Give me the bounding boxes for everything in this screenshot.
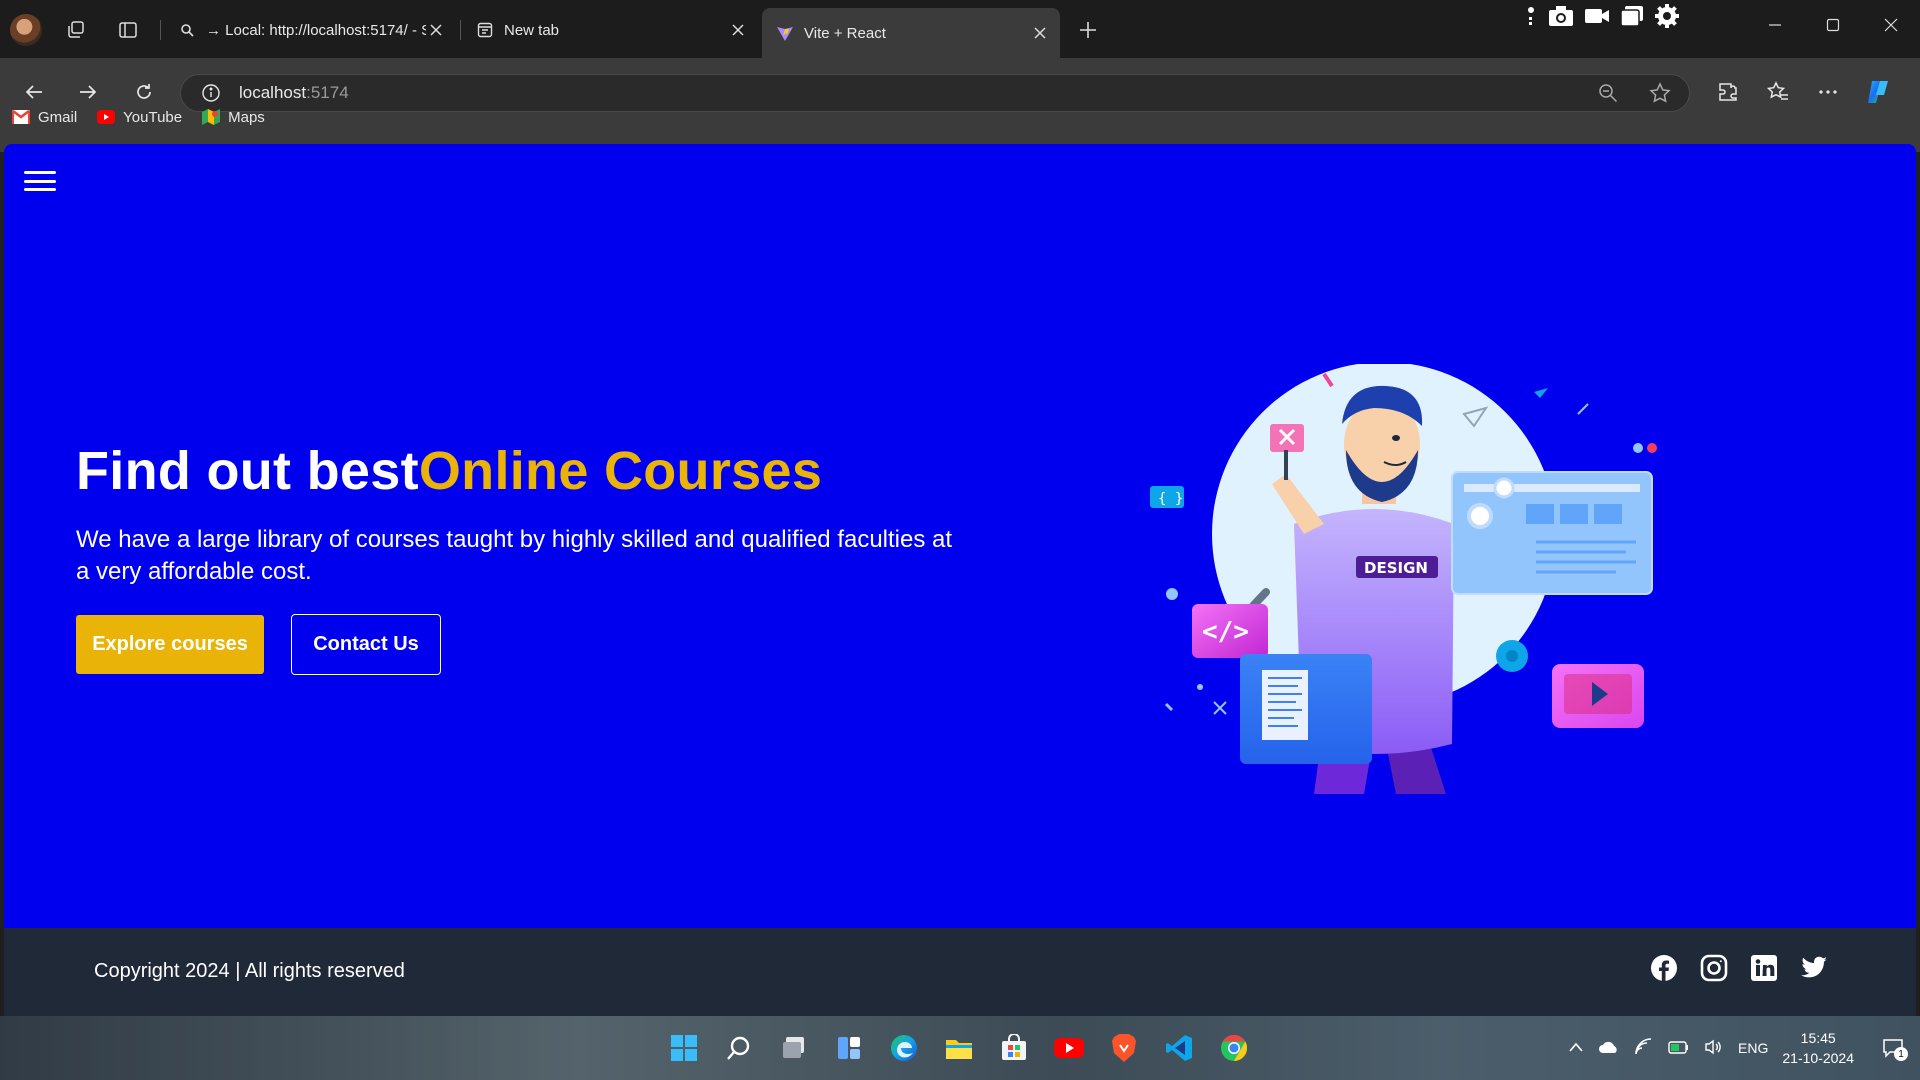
back-arrow-icon[interactable]	[16, 74, 52, 110]
page-footer: Copyright 2024 | All rights reserved	[4, 928, 1916, 1016]
language-indicator[interactable]: ENG	[1738, 1040, 1768, 1056]
youtube-icon[interactable]	[1049, 1028, 1089, 1068]
tab-new-tab[interactable]: New tab	[462, 10, 758, 50]
close-window-icon[interactable]	[1862, 0, 1920, 50]
maximize-icon[interactable]	[1804, 0, 1862, 50]
refresh-icon[interactable]	[126, 74, 162, 110]
bookmark-maps[interactable]: Maps	[202, 108, 265, 126]
system-tray: ENG 15:45 21-10-2024 1	[1568, 1016, 1908, 1080]
clock[interactable]: 15:45 21-10-2024	[1782, 1028, 1854, 1068]
address-bar[interactable]: localhost:5174	[180, 74, 1690, 112]
store-icon[interactable]	[994, 1028, 1034, 1068]
tab-title: Vite + React	[804, 24, 886, 42]
bookmark-gmail[interactable]: Gmail	[12, 108, 77, 126]
notifications-icon[interactable]: 1	[1878, 1033, 1908, 1063]
extensions-icon[interactable]	[1710, 74, 1746, 110]
workspaces-icon[interactable]	[60, 14, 92, 46]
browser-toolbar: localhost:5174 Gmail YouTube Maps	[0, 58, 1920, 152]
favorite-star-icon[interactable]	[1649, 82, 1671, 109]
volume-icon[interactable]	[1704, 1039, 1724, 1058]
clock-date: 21-10-2024	[1782, 1050, 1854, 1066]
tab-title: New tab	[504, 21, 560, 39]
chevron-up-icon[interactable]	[1568, 1040, 1584, 1056]
brave-icon[interactable]	[1104, 1028, 1144, 1068]
file-explorer-icon[interactable]	[939, 1028, 979, 1068]
notification-count: 1	[1894, 1047, 1908, 1061]
page-viewport: Find out bestOnline Courses We have a la…	[4, 144, 1916, 1016]
video-record-icon[interactable]	[1584, 6, 1610, 31]
taskbar-apps	[664, 1028, 1254, 1068]
tab-localhost-search[interactable]: → Local: http://localhost:5174/ - S	[164, 10, 456, 50]
pin-icon[interactable]	[1524, 5, 1538, 32]
social-links	[1650, 954, 1828, 982]
linkedin-icon[interactable]	[1750, 954, 1778, 982]
svg-text:</>: </>	[1202, 617, 1249, 647]
settings-gear-icon[interactable]	[1654, 3, 1680, 34]
hero-title-plain: Find out best	[76, 441, 419, 501]
youtube-icon	[97, 110, 116, 124]
chrome-icon[interactable]	[1214, 1028, 1254, 1068]
task-view-icon[interactable]	[774, 1028, 814, 1068]
onedrive-icon[interactable]	[1598, 1040, 1620, 1057]
explore-courses-button[interactable]: Explore courses	[76, 615, 264, 674]
zoom-out-icon[interactable]	[1597, 82, 1619, 109]
capture-toolbar	[1524, 2, 1680, 34]
bookmark-youtube[interactable]: YouTube	[97, 108, 182, 126]
profile-avatar[interactable]	[10, 14, 42, 46]
hero-illustration: { } DESIGN </>	[1150, 364, 1657, 794]
wifi-icon[interactable]	[1634, 1037, 1654, 1059]
windows-start-icon[interactable]	[664, 1028, 704, 1068]
favorites-icon[interactable]	[1760, 74, 1796, 110]
window-capture-icon[interactable]	[1620, 5, 1644, 32]
address-url: localhost:5174	[239, 83, 349, 102]
search-icon	[178, 21, 196, 39]
close-tab-icon[interactable]	[1030, 23, 1050, 43]
battery-icon[interactable]	[1668, 1039, 1690, 1058]
design-badge-label: DESIGN	[1364, 559, 1428, 577]
hero-title-accent: Online Courses	[418, 441, 823, 501]
bookmarks-bar: Gmail YouTube Maps	[12, 108, 265, 126]
minimize-icon[interactable]	[1746, 0, 1804, 50]
site-info-icon[interactable]	[199, 81, 223, 105]
facebook-icon[interactable]	[1650, 954, 1678, 982]
contact-us-button[interactable]: Contact Us	[291, 614, 441, 675]
hero-description: We have a large library of courses taugh…	[76, 526, 953, 585]
widgets-icon[interactable]	[829, 1028, 869, 1068]
new-tab-button[interactable]	[1072, 14, 1104, 46]
camera-icon[interactable]	[1548, 5, 1574, 32]
newtab-page-icon	[476, 21, 494, 39]
tab-title: → Local: http://localhost:5174/ - S	[206, 21, 426, 39]
clock-time: 15:45	[1800, 1030, 1836, 1046]
edge-icon[interactable]	[884, 1028, 924, 1068]
instagram-icon[interactable]	[1700, 954, 1728, 982]
windows-taskbar: ENG 15:45 21-10-2024 1	[0, 1016, 1920, 1080]
vscode-icon[interactable]	[1159, 1028, 1199, 1068]
vertical-tabs-icon[interactable]	[112, 14, 144, 46]
tab-vite-react[interactable]: Vite + React	[762, 8, 1060, 58]
browser-tab-bar: → Local: http://localhost:5174/ - S New …	[0, 0, 1920, 58]
search-icon[interactable]	[719, 1028, 759, 1068]
svg-text:{ }: { }	[1158, 491, 1183, 507]
window-controls	[1746, 0, 1920, 50]
forward-arrow-icon[interactable]	[70, 74, 106, 110]
gmail-icon	[12, 110, 30, 124]
twitter-icon[interactable]	[1800, 954, 1828, 982]
copyright-text: Copyright 2024 | All rights reserved	[94, 960, 405, 982]
close-tab-icon[interactable]	[728, 20, 748, 40]
close-tab-icon[interactable]	[426, 20, 446, 40]
copilot-icon[interactable]	[1860, 74, 1896, 110]
vite-logo-icon	[776, 24, 794, 42]
maps-icon	[202, 109, 221, 125]
toolbar-right	[1710, 74, 1896, 110]
hamburger-menu-icon[interactable]	[24, 168, 56, 194]
more-options-icon[interactable]	[1810, 74, 1846, 110]
hero-title: Find out bestOnline Courses	[76, 440, 822, 502]
